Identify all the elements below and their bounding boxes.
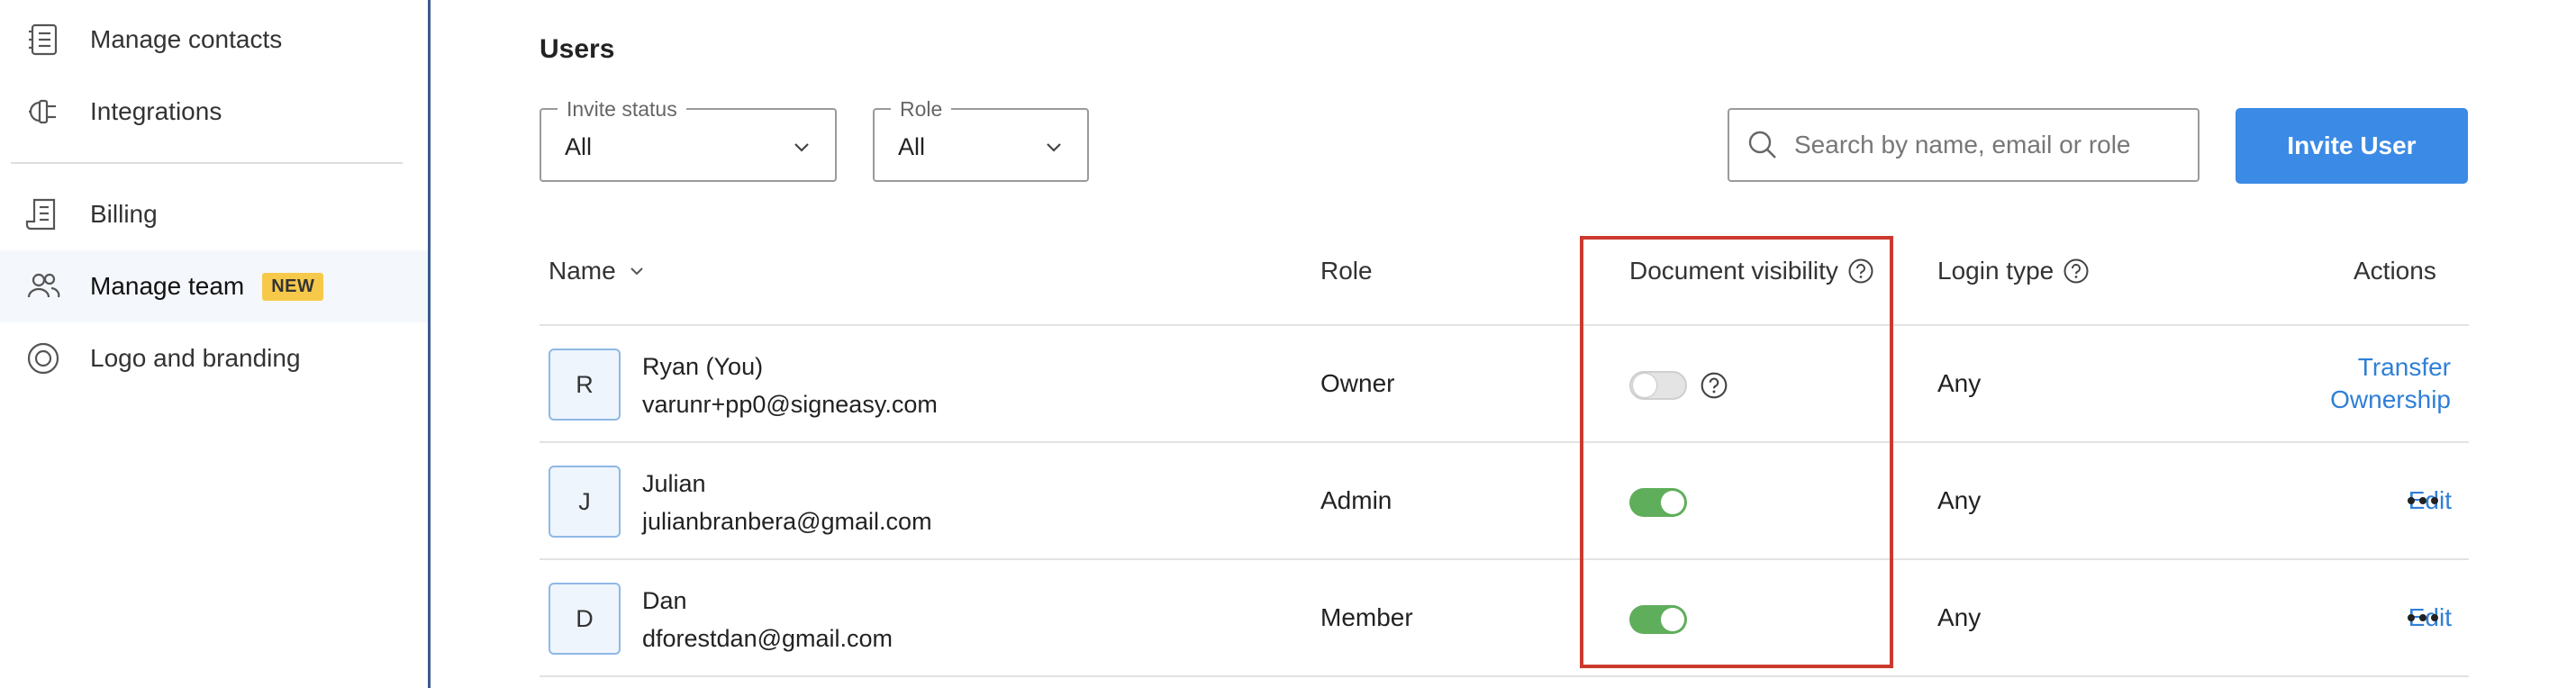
sidebar-item-label: Billing [90, 200, 158, 228]
sidebar-divider [11, 162, 403, 164]
user-email: julianbranbera@gmail.com [642, 508, 932, 535]
column-header-login-type: Login type [1937, 257, 2090, 285]
table-row: R Ryan (You) varunr+pp0@signeasy.com Own… [540, 326, 2469, 441]
sidebar-item-manage-contacts[interactable]: Manage contacts [0, 4, 428, 76]
sidebar-item-label: Manage contacts [90, 25, 283, 53]
avatar: D [549, 583, 621, 655]
user-role: Member [1320, 603, 1413, 631]
sidebar-item-label: Manage team [90, 272, 245, 300]
search-icon [1748, 131, 1776, 158]
role-select[interactable]: Role All [873, 97, 1089, 182]
sidebar-item-label: Integrations [90, 97, 222, 125]
help-icon[interactable] [2063, 258, 2090, 285]
column-header-label: Name [549, 257, 616, 285]
sidebar-item-billing[interactable]: Billing [0, 178, 428, 250]
sidebar-item-logo-branding[interactable]: Logo and branding [0, 322, 428, 394]
column-header-label: Login type [1937, 257, 2054, 285]
user-name: Ryan (You) [642, 353, 764, 380]
sort-chevron-down-icon [630, 267, 643, 276]
chevron-down-icon [1047, 143, 1061, 152]
user-role: Admin [1320, 486, 1392, 514]
user-email: varunr+pp0@signeasy.com [642, 391, 938, 418]
target-circle-icon [25, 340, 61, 376]
chevron-down-icon [794, 143, 809, 152]
more-options-button[interactable] [2403, 486, 2443, 515]
column-header-role: Role [1320, 257, 1373, 285]
role-filter-value: All [898, 133, 926, 160]
page-title: Users [540, 34, 615, 64]
invite-status-value: All [565, 133, 593, 160]
new-badge: NEW [262, 272, 324, 301]
avatar: J [549, 466, 621, 538]
invite-status-label: Invite status [558, 97, 686, 122]
contacts-list-icon [25, 22, 61, 58]
transfer-ownership-link[interactable]: Transfer Ownership [2233, 351, 2451, 416]
table-divider [540, 675, 2469, 677]
more-options-button[interactable] [2403, 603, 2443, 632]
user-name: Julian [642, 470, 706, 497]
user-role: Owner [1320, 369, 1395, 397]
more-horizontal-icon [2408, 614, 2438, 621]
column-header-label: Role [1320, 257, 1373, 285]
user-email: dforestdan@gmail.com [642, 625, 893, 652]
team-icon [25, 268, 61, 304]
transfer-ownership-line2: Ownership [2330, 385, 2451, 413]
user-name: Dan [642, 587, 687, 614]
document-visibility-highlight [1580, 236, 1893, 668]
invite-status-select[interactable]: Invite status All [540, 97, 837, 182]
more-horizontal-icon [2408, 497, 2438, 504]
login-type: Any [1937, 369, 1982, 397]
table-row: D Dan dforestdan@gmail.com Member Any Ed… [540, 560, 2469, 675]
login-type: Any [1937, 486, 1982, 514]
table-row: J Julian julianbranbera@gmail.com Admin … [540, 443, 2469, 558]
search-input[interactable] [1792, 130, 2192, 160]
search-box[interactable] [1728, 108, 2200, 182]
transfer-ownership-line1: Transfer [2357, 353, 2451, 381]
sidebar-item-label: Logo and branding [90, 344, 301, 372]
invite-user-button[interactable]: Invite User [2236, 108, 2468, 184]
column-header-label: Actions [2354, 257, 2436, 285]
login-type: Any [1937, 603, 1982, 631]
sidebar-item-manage-team[interactable]: Manage team NEW [0, 250, 428, 322]
plug-icon [25, 94, 61, 130]
avatar: R [549, 349, 621, 421]
role-filter-label: Role [891, 97, 952, 122]
column-header-actions: Actions [2354, 257, 2436, 285]
sidebar-item-integrations[interactable]: Integrations [0, 76, 428, 148]
receipt-icon [25, 196, 61, 232]
sidebar: Manage contacts Integrations Billing Man… [0, 0, 431, 688]
column-header-name[interactable]: Name [549, 257, 645, 285]
